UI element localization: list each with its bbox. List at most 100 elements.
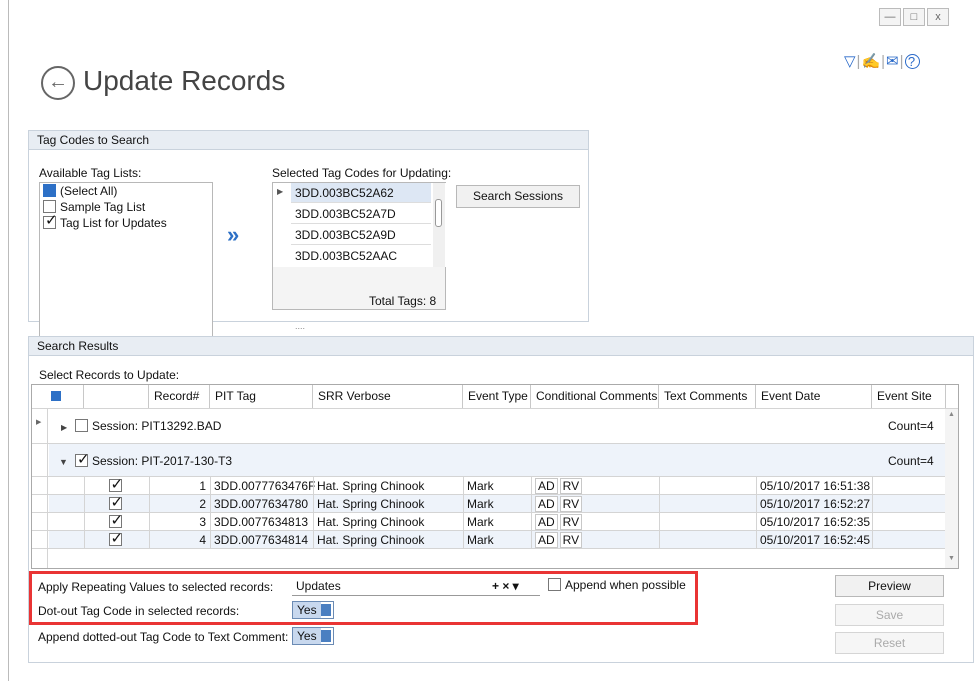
repeat-values-combo[interactable]: Updates + × ▾ — [292, 576, 540, 596]
list-item[interactable]: 3DD.003BC52A9D — [291, 225, 431, 245]
append-dotted-toggle[interactable]: Yes — [292, 627, 334, 645]
repeat-values-value: Updates — [296, 579, 341, 593]
expand-icon[interactable]: ▶ — [61, 417, 67, 435]
conditional-comments: AD RV — [531, 531, 659, 549]
text-comments — [659, 477, 756, 495]
comment-tag[interactable]: AD — [535, 496, 558, 512]
session-label: Session: PIT-2017-130-T3 — [92, 454, 233, 468]
row-arrow-icon: ▶ — [36, 419, 42, 426]
checkbox-icon[interactable] — [548, 578, 561, 592]
append-possible-checkbox[interactable]: Append when possible — [548, 578, 686, 592]
collapse-icon[interactable]: ▼ — [59, 452, 68, 470]
scroll-up-icon[interactable]: ▲ — [948, 411, 955, 418]
event-type: Mark — [467, 497, 494, 511]
list-item[interactable]: 3DD.003BC52A62 — [291, 183, 431, 203]
scrollbar[interactable] — [433, 183, 445, 267]
record-number: 3 — [199, 515, 206, 529]
pit-tag: 3DD.0077634813 — [214, 515, 309, 529]
row-select-cell[interactable] — [102, 530, 132, 549]
list-item-sample[interactable]: Sample Tag List — [40, 199, 212, 215]
repeat-values-label: Apply Repeating Values to selected recor… — [38, 580, 274, 594]
session-label: Session: PIT13292.BAD — [92, 419, 222, 433]
column-header[interactable]: SRR Verbose — [313, 385, 463, 408]
record-number: 2 — [199, 497, 206, 511]
record-number: 1 — [199, 479, 206, 493]
comment-tag[interactable]: AD — [535, 532, 558, 548]
records-grid: Record# PIT Tag SRR Verbose Event Type C… — [31, 384, 959, 569]
conditional-comments: AD RV — [531, 513, 659, 531]
event-site — [872, 531, 945, 549]
row-select-cell[interactable] — [102, 494, 132, 513]
srr-verbose: Hat. Spring Chinook — [317, 533, 425, 547]
list-item[interactable]: 3DD.003BC52A7D — [291, 204, 431, 224]
dotout-toggle[interactable]: Yes — [292, 601, 334, 619]
session-count: Count=4 — [888, 419, 934, 433]
column-header[interactable]: Event Site — [872, 385, 946, 408]
search-results-header: Search Results — [29, 337, 973, 356]
comment-tag[interactable]: RV — [559, 478, 583, 494]
column-header[interactable]: Conditional Comments — [531, 385, 659, 408]
event-date: 05/10/2017 16:52:27 — [760, 497, 871, 511]
srr-verbose: Hat. Spring Chinook — [317, 515, 425, 529]
header-select-all[interactable] — [32, 385, 84, 408]
preview-button[interactable]: Preview — [835, 575, 944, 597]
event-type: Mark — [467, 515, 494, 529]
reset-button[interactable]: Reset — [835, 632, 944, 654]
list-item-select-all[interactable]: (Select All) — [40, 183, 212, 199]
filter-icon[interactable]: ▽ — [844, 53, 857, 70]
move-right-icon[interactable]: » — [227, 222, 239, 248]
checkbox-icon[interactable] — [108, 494, 123, 512]
session-group-row[interactable]: ▶ Session: PIT13292.BAD Count=4 — [49, 409, 945, 443]
available-tag-lists-label: Available Tag Lists: — [39, 166, 142, 180]
conditional-comments: AD RV — [531, 477, 659, 495]
close-button[interactable]: x — [927, 8, 949, 26]
text-comments — [659, 495, 756, 513]
mail-icon[interactable]: ✉ — [886, 53, 900, 70]
selected-tag-codes-label: Selected Tag Codes for Updating: — [272, 166, 452, 180]
checkbox-icon[interactable] — [108, 476, 123, 494]
grid-scrollbar[interactable]: ▲ ▼ — [945, 409, 958, 568]
checkbox-icon[interactable] — [75, 419, 88, 433]
list-item[interactable]: 3DD.003BC52AAC — [291, 246, 431, 266]
splitter-handle[interactable]: .... — [295, 321, 305, 331]
column-header[interactable]: Record# — [149, 385, 210, 408]
comment-tag[interactable]: RV — [559, 496, 583, 512]
back-arrow-icon[interactable]: ← — [41, 66, 75, 100]
checkbox-icon[interactable] — [43, 213, 58, 230]
pit-tag: 3DD.0077634780 — [214, 497, 309, 511]
checkbox-icon[interactable] — [75, 451, 90, 469]
column-header[interactable]: Event Type — [463, 385, 531, 408]
maximize-button[interactable]: □ — [903, 8, 925, 26]
event-site — [872, 495, 945, 513]
minimize-button[interactable]: — — [879, 8, 901, 26]
event-date: 05/10/2017 16:52:35 — [760, 515, 871, 529]
tag-codes-header: Tag Codes to Search — [29, 131, 588, 150]
page-title: Update Records — [83, 65, 286, 96]
search-sessions-button[interactable]: Search Sessions — [456, 185, 580, 208]
checkbox-icon[interactable] — [108, 530, 123, 548]
list-item-updates[interactable]: Tag List for Updates — [40, 213, 212, 231]
column-header[interactable]: Event Date — [756, 385, 872, 408]
checkbox-icon[interactable] — [108, 512, 123, 530]
available-tag-lists: (Select All) Sample Tag List Tag List fo… — [39, 182, 213, 338]
event-site — [872, 477, 945, 495]
comment-tag[interactable]: AD — [535, 514, 558, 530]
row-select-cell[interactable] — [102, 476, 132, 495]
row-indicator-column: ▶ — [32, 409, 48, 568]
signature-icon[interactable]: ✍ — [861, 53, 881, 70]
save-button[interactable]: Save — [835, 604, 944, 626]
combo-controls[interactable]: + × ▾ — [492, 579, 519, 593]
row-select-cell[interactable] — [102, 512, 132, 531]
comment-tag[interactable]: AD — [535, 478, 558, 494]
comment-tag[interactable]: RV — [559, 514, 583, 530]
event-date: 05/10/2017 16:51:38 — [760, 479, 871, 493]
column-header[interactable]: Text Comments — [659, 385, 756, 408]
checkbox-icon[interactable] — [50, 390, 61, 401]
comment-tag[interactable]: RV — [559, 532, 583, 548]
column-header[interactable]: PIT Tag — [210, 385, 313, 408]
scroll-down-icon[interactable]: ▼ — [948, 555, 955, 562]
help-icon[interactable]: ? — [904, 54, 920, 69]
pit-tag: 3DD.0077763476F — [214, 479, 316, 493]
session-group-row[interactable]: ▼ Session: PIT-2017-130-T3 Count=4 — [49, 444, 945, 476]
checkbox-icon[interactable] — [43, 184, 56, 198]
